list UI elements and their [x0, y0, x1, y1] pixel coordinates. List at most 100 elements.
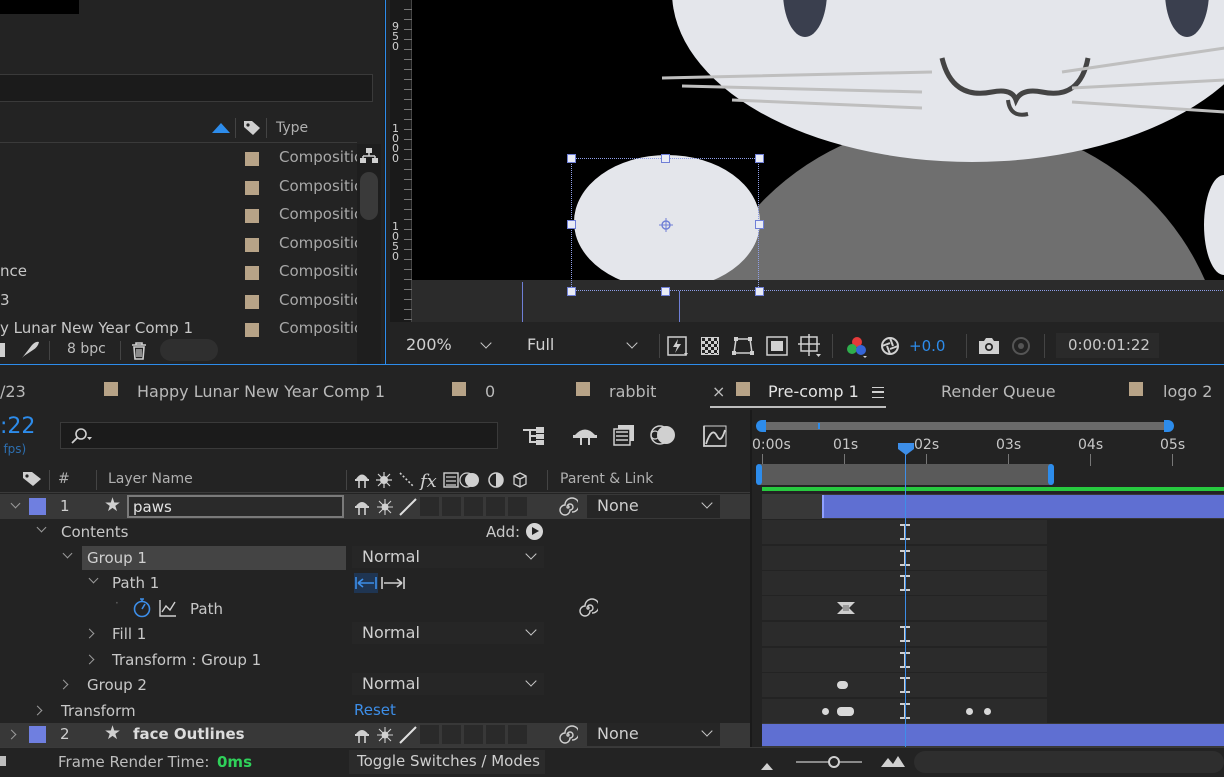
- work-area-start-handle[interactable]: [756, 464, 762, 485]
- label-swatch[interactable]: [245, 238, 259, 252]
- parent-dropdown[interactable]: None: [587, 495, 720, 518]
- motion-blur-switch[interactable]: [464, 725, 483, 744]
- transform-handle[interactable]: [567, 154, 576, 163]
- tab-menu-icon[interactable]: [872, 387, 884, 398]
- expand-toggle-icon[interactable]: [88, 573, 99, 584]
- transform-keyframe-icon[interactable]: [966, 708, 973, 715]
- playhead-handle[interactable]: [897, 442, 915, 456]
- trash-icon[interactable]: [130, 341, 148, 360]
- project-item[interactable]: nce Compositic: [0, 258, 357, 286]
- group-1-row[interactable]: Group 1 Normal: [0, 546, 750, 571]
- stopwatch-icon[interactable]: [132, 597, 152, 619]
- parent-link-column-header[interactable]: Parent & Link: [560, 471, 653, 487]
- layer-row[interactable]: 2 ★ face Outlines None: [0, 722, 750, 747]
- transform-row[interactable]: Transform Reset: [0, 699, 750, 724]
- expand-toggle-icon[interactable]: [84, 654, 95, 665]
- label-swatch[interactable]: [245, 266, 259, 280]
- zoom-slider-thumb[interactable]: [828, 756, 840, 768]
- graph-editor-icon[interactable]: [702, 424, 728, 448]
- transform-handle[interactable]: [661, 287, 670, 296]
- effect-switch[interactable]: [420, 725, 439, 744]
- transform-handle[interactable]: [755, 220, 764, 229]
- show-snapshot-icon[interactable]: [1010, 336, 1032, 356]
- tab-pre-comp-1[interactable]: × Pre-comp 1: [710, 382, 886, 408]
- navigator-start-handle[interactable]: [756, 420, 766, 432]
- parent-dropdown[interactable]: None: [587, 723, 720, 746]
- bpc-button[interactable]: 8 bpc: [58, 339, 116, 361]
- contents-row[interactable]: Contents Add:: [0, 520, 750, 545]
- sort-ascending-icon[interactable]: [212, 123, 230, 133]
- layer-row[interactable]: 1 ★ paws None: [0, 494, 750, 519]
- blend-mode-dropdown[interactable]: Normal: [352, 622, 544, 644]
- layer-name-input[interactable]: paws: [127, 495, 344, 518]
- grid-guides-icon[interactable]: [798, 334, 822, 358]
- pick-whip-icon[interactable]: [558, 497, 580, 517]
- feather-brush-icon[interactable]: [20, 341, 40, 359]
- current-time-display[interactable]: :22: [0, 414, 35, 439]
- layer-label-color[interactable]: [29, 498, 46, 515]
- transform-handle[interactable]: [567, 287, 576, 296]
- timecode-display[interactable]: 0:00:01:22: [1056, 333, 1159, 358]
- footer-scroll-pill[interactable]: [160, 339, 218, 361]
- camera-snapshot-icon[interactable]: [978, 337, 1000, 355]
- layer-name-column-header[interactable]: Layer Name: [108, 471, 193, 487]
- fast-previews-icon[interactable]: [667, 336, 689, 356]
- time-navigator[interactable]: [756, 420, 1174, 432]
- channel-rgb-icon[interactable]: [846, 336, 868, 358]
- transform-keyframe-icon[interactable]: [984, 708, 991, 715]
- effect-switch[interactable]: [420, 497, 439, 516]
- region-of-interest-icon[interactable]: [766, 336, 788, 356]
- adjustment-switch[interactable]: [486, 725, 505, 744]
- work-area-bar[interactable]: [756, 462, 1056, 487]
- shy-switch-icon[interactable]: [354, 498, 370, 516]
- timeline-search-input[interactable]: [60, 422, 498, 449]
- comp-canvas[interactable]: [412, 0, 1224, 280]
- transform-handle[interactable]: [661, 154, 670, 163]
- quality-switch-icon[interactable]: [398, 725, 418, 745]
- motion-blur-switch[interactable]: [464, 497, 483, 516]
- transparency-grid-icon[interactable]: [701, 337, 719, 355]
- expand-toggle-icon[interactable]: [10, 498, 21, 509]
- expand-toggle-icon[interactable]: [84, 628, 95, 639]
- number-column-header[interactable]: #: [58, 471, 70, 487]
- zoom-in-icon[interactable]: [880, 754, 906, 768]
- expand-toggle-icon[interactable]: [58, 679, 69, 690]
- zoom-slider[interactable]: [796, 756, 862, 768]
- work-area-fill[interactable]: [760, 464, 1052, 485]
- expand-toggle-icon[interactable]: [32, 705, 43, 716]
- label-swatch[interactable]: [245, 152, 259, 166]
- close-icon[interactable]: ×: [712, 382, 725, 401]
- transform-handle[interactable]: [755, 154, 764, 163]
- zoom-out-icon[interactable]: [760, 757, 776, 770]
- blend-mode-dropdown[interactable]: Normal: [352, 546, 544, 568]
- expand-toggle-icon[interactable]: [6, 729, 17, 740]
- adjustment-switch[interactable]: [486, 497, 505, 516]
- composition-flowchart-icon[interactable]: [522, 426, 548, 446]
- layer-1-duration-bar[interactable]: [822, 495, 1224, 518]
- timeline-horizontal-scrollbar[interactable]: [914, 751, 1224, 773]
- layer-2-duration-bar[interactable]: [762, 724, 1224, 746]
- shy-layers-icon[interactable]: [572, 426, 598, 446]
- graph-icon[interactable]: [158, 598, 178, 618]
- expression-pick-whip-icon[interactable]: [578, 598, 600, 618]
- path-1-row[interactable]: Path 1: [0, 571, 750, 596]
- mask-visibility-icon[interactable]: [732, 336, 754, 356]
- layer-name[interactable]: face Outlines: [133, 725, 245, 743]
- quality-switch-icon[interactable]: [398, 497, 418, 517]
- expand-toggle-icon[interactable]: [62, 548, 73, 559]
- collapse-switch-icon[interactable]: [376, 726, 394, 744]
- project-search-bar[interactable]: [0, 74, 373, 102]
- label-tag-icon[interactable]: [243, 120, 261, 136]
- label-tag-icon[interactable]: [22, 471, 42, 487]
- label-swatch[interactable]: [245, 323, 259, 337]
- project-item[interactable]: Compositic: [0, 144, 357, 172]
- 3d-layer-switch[interactable]: [508, 497, 527, 516]
- work-area-end-handle[interactable]: [1048, 464, 1054, 485]
- transform-handle[interactable]: [755, 287, 764, 296]
- scroll-thumb[interactable]: [360, 172, 378, 220]
- transform-keyframe-icon[interactable]: [837, 707, 854, 716]
- project-item[interactable]: Compositic: [0, 230, 357, 258]
- expand-toggle-icon[interactable]: [36, 522, 47, 533]
- project-item[interactable]: Compositic: [0, 201, 357, 229]
- label-swatch[interactable]: [245, 209, 259, 223]
